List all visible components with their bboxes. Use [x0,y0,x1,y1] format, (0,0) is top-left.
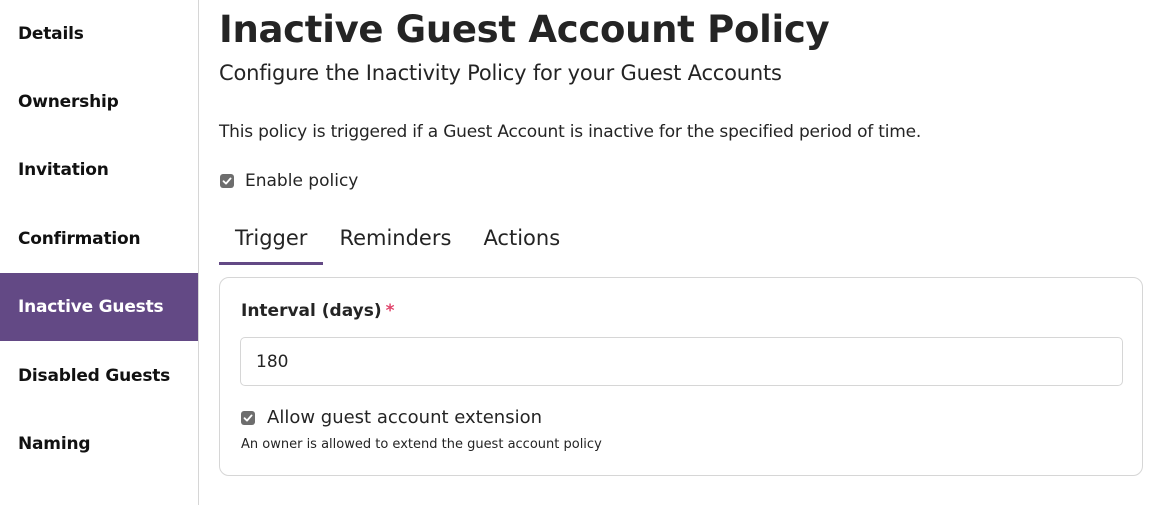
app-layout: Details Ownership Invitation Confirmatio… [0,0,1162,505]
sidebar-item-naming[interactable]: Naming [0,410,198,478]
sidebar: Details Ownership Invitation Confirmatio… [0,0,199,505]
checkmark-icon [243,414,253,421]
interval-input[interactable] [240,337,1123,386]
sidebar-item-invitation[interactable]: Invitation [0,136,198,204]
interval-label-text: Interval (days) [241,301,382,321]
interval-label: Interval (days) * [241,301,395,321]
policy-description: This policy is triggered if a Guest Acco… [219,122,922,142]
sidebar-item-label: Naming [18,434,91,454]
sidebar-item-label: Confirmation [18,229,141,249]
tab-reminders[interactable]: Reminders [323,220,467,265]
trigger-panel: Interval (days)* Allow guest account ext… [219,277,1143,476]
policy-tabs: Trigger Reminders Actions [219,220,576,265]
required-mark: * [385,301,395,321]
enable-policy-checkbox[interactable] [220,174,234,188]
page-title: Inactive Guest Account Policy [219,8,830,51]
sidebar-item-details[interactable]: Details [0,0,198,68]
page-subtitle: Configure the Inactivity Policy for your… [219,61,782,85]
tab-label: Actions [483,226,561,250]
allow-extension-checkbox[interactable] [241,410,255,425]
sidebar-item-inactive-guests[interactable]: Inactive Guests [0,273,198,341]
enable-policy-checkbox-row[interactable]: Enable policy [220,171,358,191]
sidebar-item-disabled-guests[interactable]: Disabled Guests [0,342,198,410]
enable-policy-label: Enable policy [245,171,359,191]
sidebar-item-confirmation[interactable]: Confirmation [0,205,198,273]
sidebar-item-ownership[interactable]: Ownership [0,68,198,136]
checkmark-icon [222,177,232,185]
tab-trigger[interactable]: Trigger [219,220,324,265]
sidebar-item-label: Invitation [18,160,109,180]
sidebar-item-label: Details [18,24,84,44]
allow-extension-help-text: An owner is allowed to extend the guest … [241,437,602,452]
allow-extension-checkbox-row[interactable]: Allow guest account extension [241,407,542,428]
tab-label: Trigger [235,226,308,250]
sidebar-item-label: Ownership [18,92,119,112]
sidebar-item-label: Disabled Guests [18,366,171,386]
sidebar-item-label: Inactive Guests [18,297,164,317]
allow-extension-label: Allow guest account extension [267,407,543,428]
tab-label: Reminders [339,226,452,250]
tab-actions[interactable]: Actions [467,220,576,265]
